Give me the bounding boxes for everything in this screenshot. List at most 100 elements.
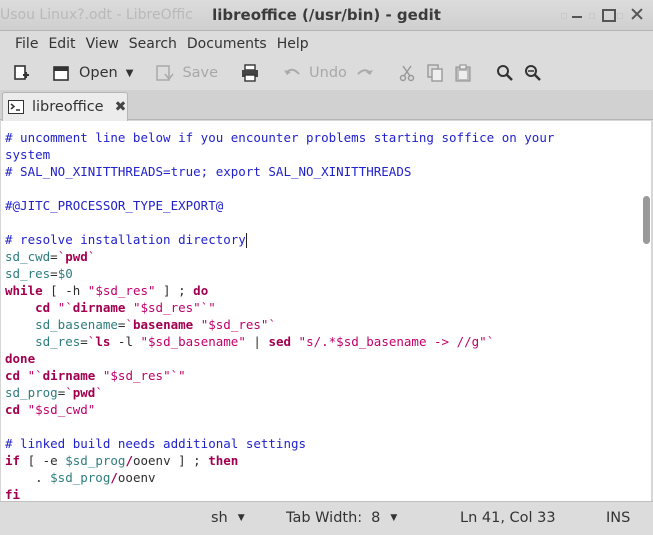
- print-button[interactable]: [236, 59, 264, 87]
- code-token: cd: [5, 402, 21, 417]
- code-token: "`: [57, 300, 73, 315]
- code-token: #@JITC_PROCESSOR_TYPE_EXPORT@: [5, 198, 224, 213]
- code-token: /: [125, 453, 133, 468]
- maximize-icon[interactable]: [599, 6, 616, 22]
- code-line[interactable]: fi: [5, 486, 554, 501]
- code-token: "$sd_res"`: [193, 317, 276, 332]
- open-label: Open: [79, 65, 118, 81]
- code-token: pwd: [72, 385, 96, 400]
- code-token: ls: [95, 334, 111, 349]
- document-tabs: libreoffice ✖: [0, 90, 653, 121]
- code-line[interactable]: sd_prog=`pwd`: [5, 384, 554, 401]
- code-token: # resolve installation directory: [5, 232, 246, 247]
- code-token: [ -h: [42, 283, 88, 298]
- undo-icon: [284, 68, 300, 75]
- code-line[interactable]: sd_basename=`basename "$sd_res"`: [5, 316, 554, 333]
- search-replace-icon: [524, 65, 541, 81]
- menu-edit[interactable]: Edit: [43, 36, 80, 52]
- toolbar: Open ▼ Save Undo: [0, 56, 653, 90]
- code-token: # uncomment line below if you encounter …: [5, 130, 555, 145]
- redo-button[interactable]: [351, 59, 379, 87]
- code-line[interactable]: [5, 180, 554, 197]
- cut-button[interactable]: [393, 59, 421, 87]
- close-icon[interactable]: [629, 6, 645, 22]
- tab-close-icon[interactable]: ✖: [115, 99, 127, 115]
- open-recent-dropdown[interactable]: ▼: [122, 59, 138, 87]
- code-line[interactable]: #@JITC_PROCESSOR_TYPE_EXPORT@: [5, 197, 554, 214]
- chevron-down-icon: ▼: [390, 513, 398, 523]
- code-token: "$sd_res": [87, 283, 156, 298]
- code-line[interactable]: [5, 214, 554, 231]
- code-line[interactable]: sd_cwd=`pwd`: [5, 248, 554, 265]
- code-token: $sd_prog: [50, 470, 111, 485]
- text-cursor: [245, 233, 247, 248]
- code-view[interactable]: # uncomment line below if you encounter …: [5, 129, 554, 501]
- code-token: pwd: [65, 249, 88, 264]
- code-line[interactable]: # linked build needs additional settings: [5, 435, 554, 452]
- code-line[interactable]: cd "`dirname "$sd_res"`": [5, 299, 554, 316]
- code-line[interactable]: # SAL_NO_XINITTHREADS=true; export SAL_N…: [5, 163, 554, 180]
- menu-bar: File Edit View Search Documents Help: [0, 31, 653, 56]
- search-icon: [496, 65, 513, 81]
- language-selector[interactable]: sh ▼: [211, 510, 245, 526]
- menu-documents[interactable]: Documents: [182, 36, 272, 52]
- minimize-icon[interactable]: [569, 6, 585, 22]
- code-token: |: [245, 334, 269, 349]
- code-line[interactable]: cd "$sd_cwd": [5, 401, 554, 418]
- code-token: -l: [110, 334, 141, 349]
- code-line[interactable]: sd_res=`ls -l "$sd_basename" | sed "s/.*…: [5, 333, 554, 350]
- code-line[interactable]: sd_res=$0: [5, 265, 554, 282]
- code-line[interactable]: done: [5, 350, 554, 367]
- menu-search[interactable]: Search: [124, 36, 182, 52]
- new-document-button[interactable]: [8, 59, 34, 87]
- copy-button[interactable]: [421, 59, 449, 87]
- code-line[interactable]: system: [5, 146, 554, 163]
- code-token: sd_basename: [35, 317, 118, 332]
- code-token: # linked build needs additional settings: [5, 436, 307, 451]
- code-line[interactable]: cd "`dirname "$sd_res"`": [5, 367, 554, 384]
- tab-libreoffice[interactable]: libreoffice ✖: [2, 92, 128, 121]
- code-token: system: [5, 147, 51, 162]
- menu-file[interactable]: File: [10, 36, 43, 52]
- code-token: sed: [268, 334, 292, 349]
- code-line[interactable]: . $sd_prog/ooenv: [5, 469, 554, 486]
- tab-label: libreoffice: [32, 99, 104, 115]
- code-line[interactable]: # uncomment line below if you encounter …: [5, 129, 554, 146]
- code-token: `: [87, 249, 96, 264]
- vertical-scrollbar[interactable]: [643, 196, 650, 244]
- open-button[interactable]: Open: [48, 59, 122, 87]
- code-line[interactable]: [5, 418, 554, 435]
- code-token: `: [65, 385, 73, 400]
- code-token: "$sd_basename": [140, 334, 246, 349]
- save-icon: [156, 65, 175, 81]
- code-line[interactable]: while [ -h "$sd_res" ] ; do: [5, 282, 554, 299]
- code-token: then: [208, 453, 239, 468]
- menu-help[interactable]: Help: [272, 36, 314, 52]
- code-line[interactable]: # resolve installation directory: [5, 231, 554, 248]
- code-token: sd_prog: [5, 385, 58, 400]
- code-token: `: [95, 385, 103, 400]
- code-token: cd: [35, 300, 51, 315]
- copy-icon: [427, 64, 443, 82]
- text-editor[interactable]: # uncomment line below if you encounter …: [1, 121, 651, 501]
- undo-button[interactable]: Undo: [278, 59, 351, 87]
- window-title: libreoffice (/usr/bin) - gedit: [212, 6, 441, 24]
- code-token: ooenv ] ;: [132, 453, 209, 468]
- paste-button[interactable]: [449, 59, 477, 87]
- code-token: if: [5, 453, 21, 468]
- menu-view[interactable]: View: [81, 36, 124, 52]
- find-replace-button[interactable]: [519, 59, 547, 87]
- find-button[interactable]: [491, 59, 519, 87]
- save-button[interactable]: Save: [151, 59, 222, 87]
- code-line[interactable]: if [ -e $sd_prog/ooenv ] ; then: [5, 452, 554, 469]
- code-token: do: [193, 283, 209, 298]
- code-token: # SAL_NO_XINITTHREADS=true; export SAL_N…: [5, 164, 412, 179]
- code-token: basename: [132, 317, 194, 332]
- code-token: .: [5, 470, 51, 485]
- tab-width-selector[interactable]: Tab Width: 8 ▼: [286, 510, 397, 526]
- code-token: ooenv: [117, 470, 156, 485]
